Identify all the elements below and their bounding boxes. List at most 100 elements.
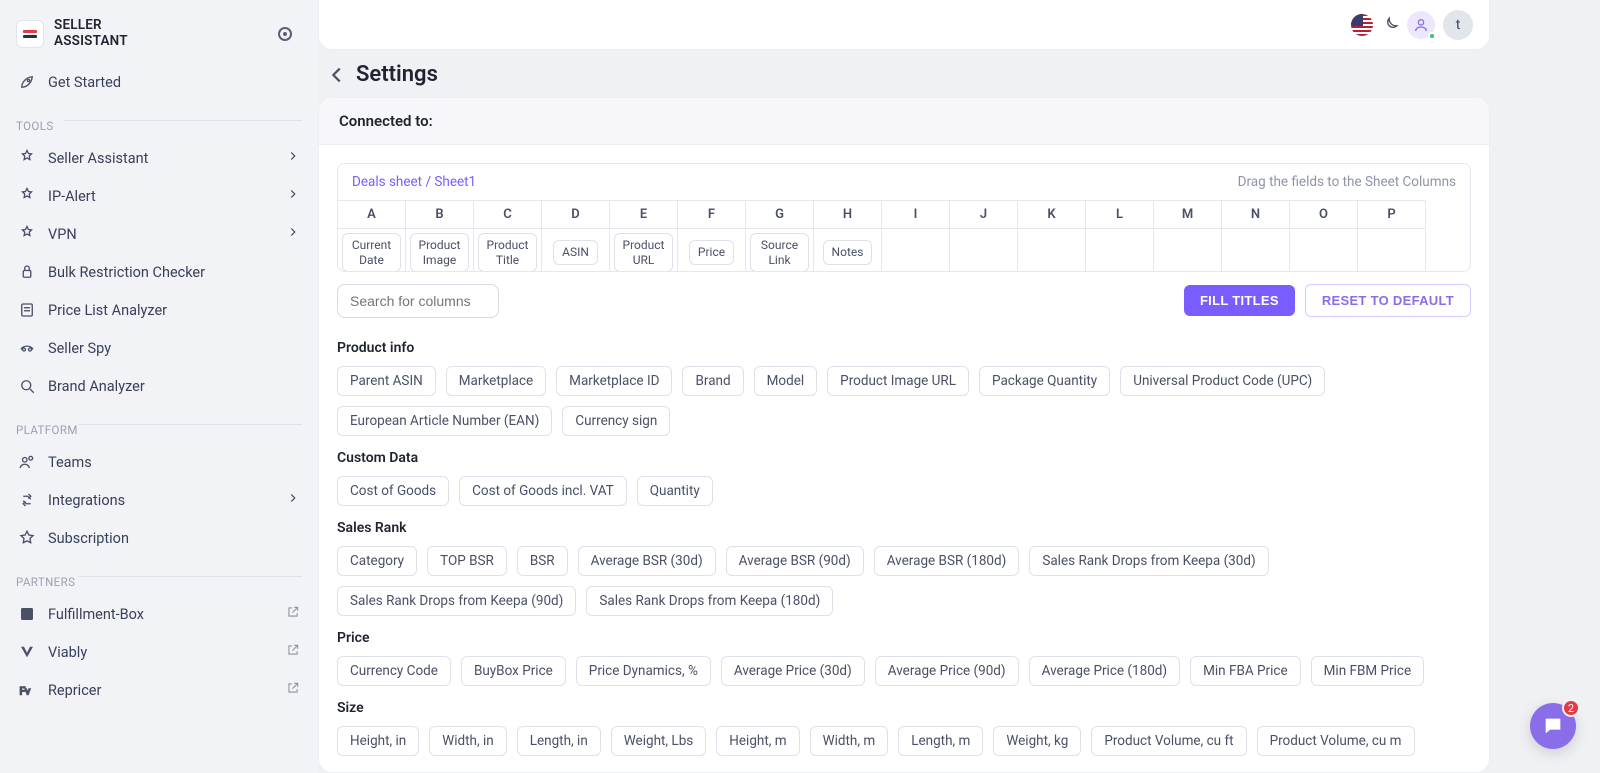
column-chip[interactable]: Product Title xyxy=(478,233,538,271)
sheet-columns-box: Deals sheet / Sheet1 Drag the fields to … xyxy=(337,163,1471,272)
field-tag[interactable]: Parent ASIN xyxy=(337,366,436,396)
field-groups[interactable]: Product info Parent ASIN Marketplace Marke… xyxy=(319,322,1489,762)
column-cell[interactable]: Source Link xyxy=(746,228,814,272)
group-title: Size xyxy=(337,700,1483,716)
field-tag[interactable]: Width, in xyxy=(429,726,506,756)
field-tag[interactable]: Currency Code xyxy=(337,656,451,686)
column-chip[interactable]: Current Date xyxy=(342,233,401,271)
field-tag[interactable]: Height, m xyxy=(716,726,799,756)
column-cell[interactable] xyxy=(1358,228,1426,272)
field-tag[interactable]: BSR xyxy=(517,546,568,576)
sidebar-item-brand-analyzer[interactable]: Brand Analyzer xyxy=(0,367,318,405)
field-tag[interactable]: Product Volume, cu m xyxy=(1257,726,1415,756)
sidebar-item-fulfillment-box[interactable]: Fulfillment-Box xyxy=(0,595,318,633)
target-icon[interactable] xyxy=(278,27,292,41)
field-tag[interactable]: Height, in xyxy=(337,726,419,756)
field-tag[interactable]: Brand xyxy=(682,366,743,396)
user-avatar[interactable]: t xyxy=(1443,10,1473,40)
field-tag[interactable]: Average BSR (30d) xyxy=(578,546,716,576)
column-cell[interactable]: Product Title xyxy=(474,228,542,272)
column-chip[interactable]: Notes xyxy=(823,240,873,264)
field-tag[interactable]: BuyBox Price xyxy=(461,656,566,686)
field-tag[interactable]: Universal Product Code (UPC) xyxy=(1120,366,1325,396)
field-tag[interactable]: Product Volume, cu ft xyxy=(1091,726,1246,756)
field-tag[interactable]: Currency sign xyxy=(562,406,670,436)
field-tag[interactable]: Product Image URL xyxy=(827,366,969,396)
column-cell[interactable] xyxy=(882,228,950,272)
sidebar-item-subscription[interactable]: Subscription xyxy=(0,519,318,557)
column-cell[interactable]: Current Date xyxy=(338,228,406,272)
field-tag[interactable]: Cost of Goods incl. VAT xyxy=(459,476,627,506)
field-tag[interactable]: Length, m xyxy=(898,726,983,756)
field-tag[interactable]: Sales Rank Drops from Keepa (30d) xyxy=(1029,546,1268,576)
sidebar-item-price-list-analyzer[interactable]: Price List Analyzer xyxy=(0,291,318,329)
sidebar-item-seller-assistant[interactable]: Seller Assistant xyxy=(0,139,318,177)
field-tag[interactable]: Weight, Lbs xyxy=(611,726,706,756)
column-cell[interactable]: Product URL xyxy=(610,228,678,272)
account-icon[interactable] xyxy=(1407,11,1435,39)
column-header: M xyxy=(1154,200,1222,228)
field-tag[interactable]: Package Quantity xyxy=(979,366,1110,396)
flag-us-icon[interactable] xyxy=(1351,14,1373,36)
sidebar-item-integrations[interactable]: Integrations xyxy=(0,481,318,519)
sidebar-item-label: Bulk Restriction Checker xyxy=(48,264,205,281)
field-tag[interactable]: Min FBM Price xyxy=(1311,656,1424,686)
field-tag[interactable]: European Article Number (EAN) xyxy=(337,406,552,436)
field-tag[interactable]: Price Dynamics, % xyxy=(576,656,711,686)
field-tag[interactable]: Sales Rank Drops from Keepa (90d) xyxy=(337,586,576,616)
reset-to-default-button[interactable]: RESET TO DEFAULT xyxy=(1305,284,1471,317)
field-tag[interactable]: Quantity xyxy=(637,476,713,506)
field-tag[interactable]: Average Price (90d) xyxy=(875,656,1019,686)
chat-widget[interactable]: 2 xyxy=(1530,703,1576,749)
field-tag[interactable]: Length, in xyxy=(517,726,601,756)
columns-scroll[interactable]: ABCDEFGHIJKLMNOPCurrent DateProduct Imag… xyxy=(338,200,1470,272)
field-tag[interactable]: Marketplace ID xyxy=(556,366,672,396)
column-cell[interactable] xyxy=(1290,228,1358,272)
field-tag[interactable]: Average Price (180d) xyxy=(1029,656,1180,686)
sidebar-item-bulk-restriction-checker[interactable]: Bulk Restriction Checker xyxy=(0,253,318,291)
column-cell[interactable] xyxy=(1018,228,1086,272)
column-chip[interactable]: ASIN xyxy=(553,240,598,264)
field-tag[interactable]: Weight, kg xyxy=(993,726,1081,756)
column-header: O xyxy=(1290,200,1358,228)
field-tag[interactable]: Min FBA Price xyxy=(1190,656,1301,686)
search-columns-input[interactable] xyxy=(337,284,499,318)
field-tag[interactable]: TOP BSR xyxy=(427,546,507,576)
column-chip[interactable]: Product URL xyxy=(614,233,674,271)
field-tag[interactable]: Category xyxy=(337,546,417,576)
field-tag[interactable]: Marketplace xyxy=(446,366,546,396)
column-cell[interactable] xyxy=(1154,228,1222,272)
field-tag[interactable]: Cost of Goods xyxy=(337,476,449,506)
field-tag[interactable]: Model xyxy=(754,366,818,396)
drag-hint: Drag the fields to the Sheet Columns xyxy=(1238,174,1456,190)
column-cell[interactable] xyxy=(1086,228,1154,272)
field-tag[interactable]: Average BSR (180d) xyxy=(874,546,1020,576)
theme-toggle-icon[interactable] xyxy=(1381,16,1399,34)
sidebar-item-get-started[interactable]: Get Started xyxy=(0,63,318,101)
group-title: Product info xyxy=(337,340,1483,356)
column-chip[interactable]: Product Image xyxy=(410,233,470,271)
column-chip[interactable]: Source Link xyxy=(750,233,809,271)
sidebar-item-viably[interactable]: Viably xyxy=(0,633,318,671)
column-cell[interactable]: Price xyxy=(678,228,746,272)
column-chip[interactable]: Price xyxy=(689,240,734,264)
brand[interactable]: SELLER ASSISTANT xyxy=(0,10,318,63)
column-cell[interactable]: ASIN xyxy=(542,228,610,272)
field-tag[interactable]: Average Price (30d) xyxy=(721,656,865,686)
column-cell[interactable] xyxy=(1222,228,1290,272)
sidebar-item-seller-spy[interactable]: Seller Spy xyxy=(0,329,318,367)
column-cell[interactable]: Product Image xyxy=(406,228,474,272)
sidebar-item-teams[interactable]: Teams xyxy=(0,443,318,481)
fill-titles-button[interactable]: FILL TITLES xyxy=(1184,285,1295,316)
sidebar-item-ip-alert[interactable]: IP-Alert xyxy=(0,177,318,215)
sidebar-item-repricer[interactable]: Fv Repricer xyxy=(0,671,318,709)
sheet-link[interactable]: Deals sheet / Sheet1 xyxy=(352,174,476,190)
column-cell[interactable] xyxy=(950,228,1018,272)
column-header: K xyxy=(1018,200,1086,228)
sidebar-item-vpn[interactable]: VPN xyxy=(0,215,318,253)
field-tag[interactable]: Sales Rank Drops from Keepa (180d) xyxy=(586,586,833,616)
column-cell[interactable]: Notes xyxy=(814,228,882,272)
field-tag[interactable]: Width, m xyxy=(810,726,889,756)
back-button[interactable] xyxy=(326,64,348,86)
field-tag[interactable]: Average BSR (90d) xyxy=(726,546,864,576)
